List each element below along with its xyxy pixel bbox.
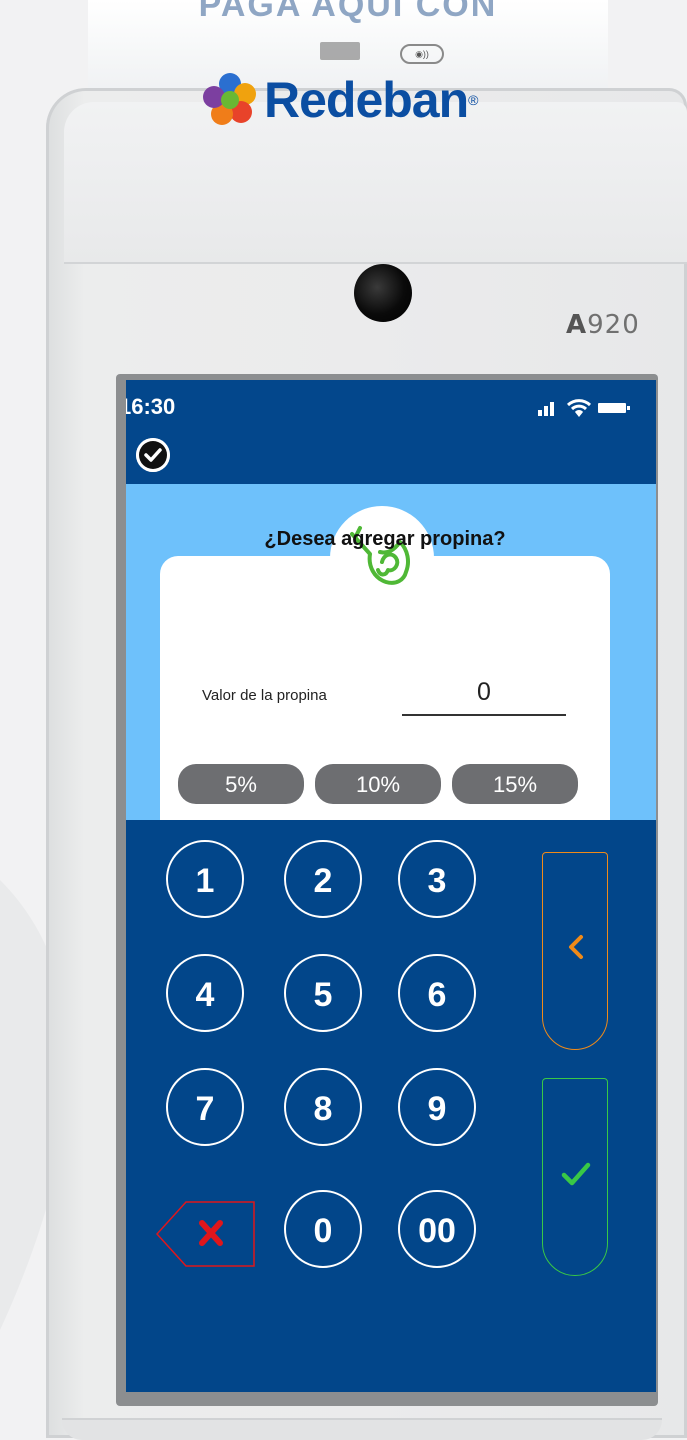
tip-amount-input[interactable]: 0 (402, 676, 566, 716)
numeric-keypad: 1 2 3 4 5 6 7 8 9 0 00 (126, 820, 656, 1392)
key-00[interactable]: 00 (398, 1190, 476, 1268)
model-label: A920 (566, 310, 640, 340)
system-icons (538, 398, 630, 418)
key-2[interactable]: 2 (284, 840, 362, 918)
signal-icon (538, 402, 554, 416)
chevron-left-icon (569, 935, 583, 959)
status-time: 16:30 (126, 394, 176, 419)
percent-5-button[interactable]: 5% (178, 764, 304, 804)
confirm-button[interactable] (542, 1078, 608, 1276)
brand-registered-mark: ® (468, 92, 479, 108)
camera-lens (354, 264, 412, 322)
battery-icon (598, 403, 630, 413)
redeban-logo: Redeban ® (200, 70, 479, 130)
logo-flower-icon (203, 73, 256, 125)
key-4[interactable]: 4 (166, 954, 244, 1032)
model-prefix: A (566, 310, 588, 340)
card-brand-mark (320, 42, 360, 60)
status-bar: 16:30 (126, 380, 656, 484)
tip-question: ¿Desea agregar propina? (264, 528, 506, 550)
tip-icon-badge (330, 506, 434, 610)
check-circle-icon[interactable] (136, 438, 170, 472)
key-9[interactable]: 9 (398, 1068, 476, 1146)
key-3[interactable]: 3 (398, 840, 476, 918)
key-7[interactable]: 7 (166, 1068, 244, 1146)
brand-name: Redeban (264, 72, 469, 128)
delete-button[interactable] (155, 1198, 256, 1270)
percent-15-button[interactable]: 15% (452, 764, 578, 804)
key-1[interactable]: 1 (166, 840, 244, 918)
back-button[interactable] (542, 852, 608, 1050)
wifi-icon (566, 399, 592, 417)
touch-screen: 16:30 (126, 380, 656, 1392)
model-number: 920 (587, 310, 640, 340)
key-0[interactable]: 0 (284, 1190, 362, 1268)
contactless-mark: ◉)) (400, 44, 444, 64)
percent-options: 5% 10% 15% (178, 764, 578, 804)
tip-field-label: Valor de la propina (202, 687, 327, 704)
device-bottom-rim (62, 1418, 662, 1440)
check-icon (561, 1162, 591, 1186)
tip-hand-icon (350, 526, 410, 585)
top-caption: PAGA AQUI CON (198, 0, 498, 24)
percent-10-button[interactable]: 10% (315, 764, 441, 804)
x-icon (155, 1201, 255, 1267)
key-8[interactable]: 8 (284, 1068, 362, 1146)
key-5[interactable]: 5 (284, 954, 362, 1032)
key-6[interactable]: 6 (398, 954, 476, 1032)
